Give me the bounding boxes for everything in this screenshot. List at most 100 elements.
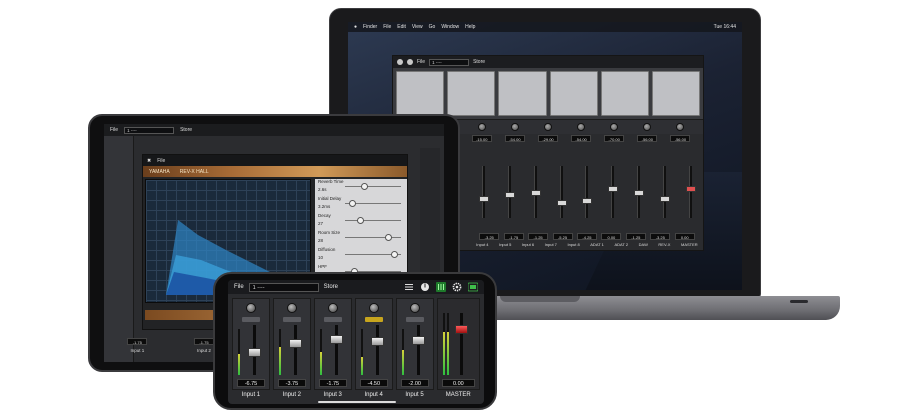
preset-select[interactable]: 1 ---- [429,58,470,66]
menu-edit[interactable]: Edit [397,24,406,30]
send-knob[interactable] [577,123,586,131]
channel-fader[interactable] [505,166,516,218]
menubar-clock: Tue 16:44 [713,24,736,30]
channel-label: Input 3 [323,392,342,398]
fader-value: -3.25 [650,233,671,240]
home-indicator[interactable] [318,401,396,403]
channel-fader[interactable] [530,166,541,218]
send-knob[interactable] [409,303,420,313]
phone-screen: File 1 ---- Store -6.75 -3.75 -1.75 -4.5… [228,280,484,404]
channel-strip-panel[interactable] [651,71,701,116]
channel-label: Input 7 [544,242,557,247]
channel-chip[interactable] [364,317,383,322]
send-value: -70.00 [604,135,625,142]
channel-label: Input 1 [130,348,145,353]
fader-value: -3.75 [277,379,306,387]
close-icon[interactable]: ✖ [147,158,151,164]
param-slider[interactable] [345,183,401,190]
send-value: -54.00 [571,135,592,142]
send-knob[interactable] [327,303,338,313]
file-menu[interactable]: File [234,284,244,290]
device-status-icon[interactable] [468,282,478,292]
channel-chip[interactable] [241,317,260,322]
send-knob[interactable] [245,303,256,313]
channel-strip-panel[interactable] [396,71,445,116]
send-knob[interactable] [477,123,486,131]
send-knob[interactable] [643,123,652,131]
menu-help[interactable]: Help [465,24,475,30]
file-menu[interactable]: File [417,59,425,65]
send-knob[interactable] [543,123,552,131]
minimize-icon[interactable] [407,59,413,65]
channel-fader[interactable] [659,166,670,218]
fader-value: -1.75 [193,338,214,345]
apple-icon[interactable]: ● [354,24,357,30]
send-value: -29.00 [537,135,558,142]
channel-strip-panel[interactable] [447,71,496,116]
channel-fader[interactable] [556,166,567,218]
menu-window[interactable]: Window [441,24,459,30]
meter-dial-icon[interactable] [420,282,430,292]
channel-fader[interactable] [608,166,619,218]
menu-go[interactable]: Go [429,24,436,30]
channel-chip[interactable] [282,317,301,322]
send-value: -54.00 [504,135,525,142]
param-slider[interactable] [345,217,401,224]
window-toolbar: File 1 ---- Store [393,56,703,68]
param-label: Reverb Time [318,179,344,184]
param-label: Decay [318,213,331,218]
param-reverb-time: Reverb Time 2.6s [315,179,407,196]
channel-label: Input 2 [197,348,211,353]
param-slider[interactable] [345,251,401,258]
channel-fader[interactable] [582,166,593,218]
channel-fader[interactable] [370,325,384,375]
channel-chip[interactable] [323,317,342,322]
channel-strip-panel[interactable] [498,71,547,116]
send-knob[interactable] [676,123,685,131]
channel-strip-panel[interactable] [549,71,598,116]
channel-fader[interactable] [685,166,696,218]
channel-label: ADAT 1 [590,242,604,247]
mixer-list-icon[interactable] [404,282,414,292]
param-value: 27 [318,221,324,226]
channel-fader[interactable] [411,325,425,375]
store-button[interactable]: Store [180,127,192,133]
param-slider[interactable] [345,234,401,241]
param-label: Initial Delay [318,196,342,201]
menu-file[interactable]: File [383,24,391,30]
fader-value: -6.75 [237,379,265,387]
send-knob[interactable] [368,303,379,313]
menu-view[interactable]: View [412,24,423,30]
store-button[interactable]: Store [473,59,485,65]
param-slider[interactable] [345,200,401,207]
send-knob[interactable] [286,303,297,313]
param-value: 3.2ms [318,204,331,209]
channel-fader[interactable] [329,325,343,375]
file-menu[interactable]: File [110,127,118,133]
channel-fader[interactable] [247,325,261,375]
laptop-foot [790,300,808,303]
master-fader[interactable] [455,313,469,375]
fader-view-icon[interactable] [436,282,446,292]
channel-fader[interactable] [288,325,302,375]
channel-strip-panel[interactable] [600,71,649,116]
plugin-file-menu[interactable]: File [157,158,165,164]
channel-fader[interactable] [633,166,644,218]
preset-select[interactable]: 1 ---- [248,282,319,292]
channel-fader[interactable] [479,166,490,218]
store-button[interactable]: Store [324,284,338,290]
preset-select[interactable]: 1 ---- [124,126,175,134]
menu-finder[interactable]: Finder [363,24,377,30]
send-knob[interactable] [510,123,519,131]
fader-value: 0.00 [674,233,695,240]
send-knob[interactable] [610,123,619,131]
close-icon[interactable] [397,59,403,65]
laptop-notch [500,296,580,302]
gear-icon[interactable] [452,282,462,292]
fader-value: -1.25 [528,233,549,240]
channel-chip[interactable] [405,317,424,322]
fader-value: -4.50 [359,379,388,387]
level-meter [238,329,240,375]
plugin-titlebar: ✖ File [143,155,407,166]
rev-x-header: YAMAHA REV-X HALL [143,166,407,177]
